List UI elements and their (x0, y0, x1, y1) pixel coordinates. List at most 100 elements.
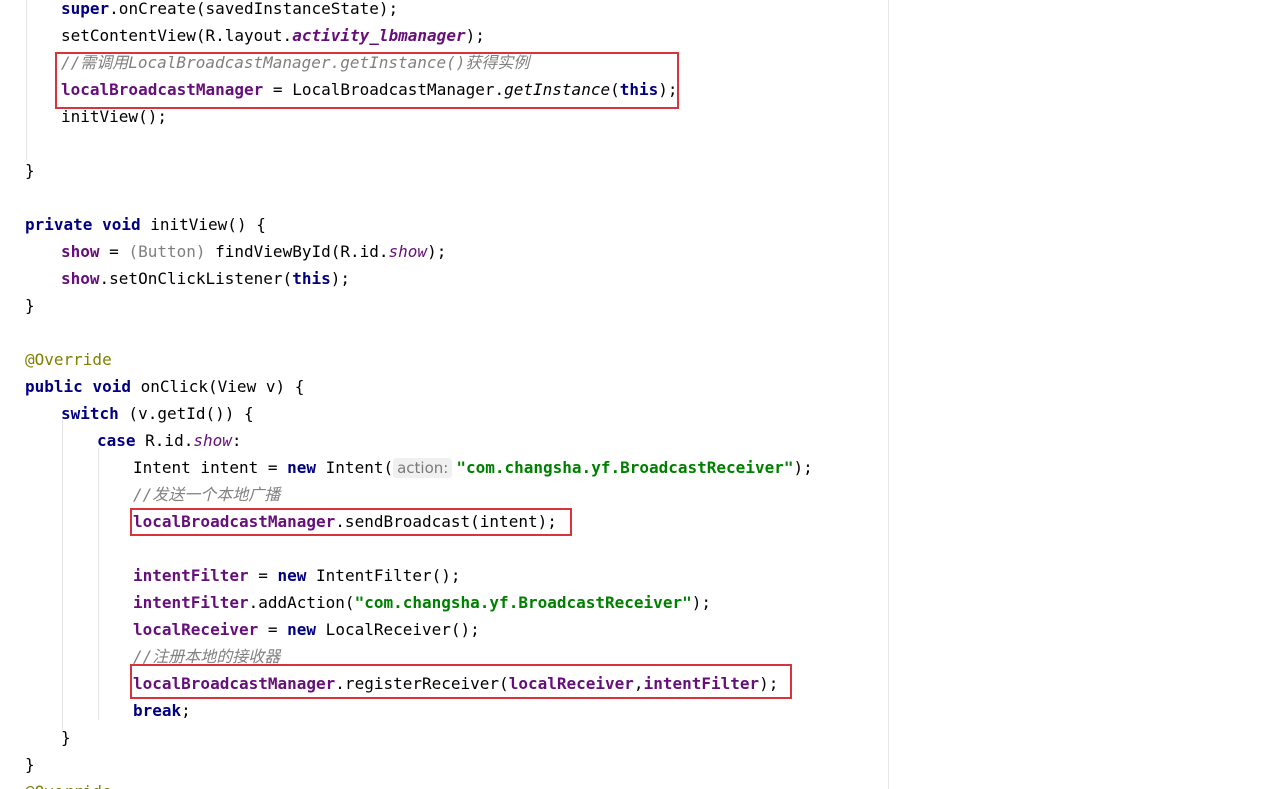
code-line[interactable]: break; (133, 697, 191, 724)
code-token: super (61, 0, 110, 18)
code-token: = (248, 566, 278, 585)
code-token: ); (427, 242, 447, 261)
code-token: .registerReceiver( (335, 674, 509, 693)
code-line[interactable]: @Override (25, 778, 112, 789)
code-line[interactable]: initView(); (61, 103, 167, 130)
code-token: new (287, 620, 317, 639)
code-token: localBroadcastManager (133, 674, 336, 693)
code-token: (Button) (128, 242, 206, 261)
code-token: localBroadcastManager (61, 80, 264, 99)
code-token: void (102, 215, 141, 234)
code-token: ; (181, 701, 191, 720)
code-line[interactable]: } (61, 724, 71, 751)
code-line[interactable]: switch (v.getId()) { (61, 400, 254, 427)
code-line[interactable]: case R.id.show: (97, 427, 242, 454)
code-token: (v.getId()) { (118, 404, 254, 423)
indent-guide (62, 420, 63, 730)
code-token: localBroadcastManager (133, 512, 336, 531)
code-token: findViewById(R.id. (205, 242, 389, 261)
code-token: getInstance (504, 80, 611, 99)
code-line[interactable]: localBroadcastManager.sendBroadcast(inte… (133, 508, 557, 535)
code-token: show (61, 242, 100, 261)
code-token: .sendBroadcast(intent); (335, 512, 557, 531)
code-token: : (231, 431, 242, 450)
code-token: switch (61, 404, 119, 423)
code-token: LocalReceiver(); (316, 620, 480, 639)
code-token: @Override (25, 782, 112, 789)
code-token: intentFilter (133, 593, 249, 612)
code-token: ); (330, 269, 350, 288)
code-line[interactable]: @Override (25, 346, 112, 373)
code-line[interactable]: private void initView() { (25, 211, 266, 238)
code-line[interactable]: } (25, 157, 35, 184)
code-token: "com.changsha.yf.BroadcastReceiver" (456, 458, 794, 477)
code-token: void (92, 377, 131, 396)
code-token: , (633, 674, 644, 693)
code-line[interactable]: super.onCreate(savedInstanceState); (61, 0, 398, 22)
code-token: new (277, 566, 307, 585)
code-token: activity_lbmanager (292, 26, 466, 45)
code-line[interactable]: } (25, 292, 35, 319)
code-line[interactable]: intentFilter = new IntentFilter(); (133, 562, 461, 589)
code-line[interactable]: intentFilter.addAction("com.changsha.yf.… (133, 589, 711, 616)
code-editor[interactable]: super.onCreate(savedInstanceState); setCo… (0, 0, 1280, 789)
indent-guide (26, 0, 27, 160)
code-token: } (61, 728, 71, 747)
code-token: = (99, 242, 129, 261)
code-line[interactable]: //注册本地的接收器 (133, 643, 280, 670)
code-token: Intent intent = (133, 458, 288, 477)
code-token: break (133, 701, 182, 720)
code-token: localReceiver (133, 620, 259, 639)
code-line[interactable]: public void onClick(View v) { (25, 373, 304, 400)
code-line[interactable]: show.setOnClickListener(this); (61, 265, 350, 292)
code-token: private (25, 215, 93, 234)
code-token: ); (759, 674, 779, 693)
code-token: intentFilter (643, 674, 760, 693)
code-line[interactable]: localBroadcastManager.registerReceiver(l… (133, 670, 778, 697)
code-token: .addAction( (248, 593, 355, 612)
code-token: ); (691, 593, 711, 612)
code-line[interactable]: show = (Button) findViewById(R.id.show); (61, 238, 446, 265)
code-token: initView(); (61, 107, 167, 126)
code-token: this (292, 269, 331, 288)
code-comment: //发送一个本地广播 (133, 485, 281, 504)
code-token: onClick(View v) { (130, 377, 305, 396)
code-token: .setOnClickListener( (99, 269, 293, 288)
code-token: this (619, 80, 659, 99)
code-token: ); (465, 26, 485, 45)
code-token: "com.changsha.yf.BroadcastReceiver" (354, 593, 692, 612)
code-token: ( (610, 80, 620, 99)
indent-guide (98, 448, 99, 720)
code-token: = LocalBroadcastManager. (263, 80, 505, 99)
code-token: @Override (25, 350, 112, 369)
code-token: } (25, 755, 35, 774)
code-token: ); (793, 458, 813, 477)
code-token: ); (658, 80, 678, 99)
code-line[interactable]: localReceiver = new LocalReceiver(); (133, 616, 480, 643)
code-line[interactable]: //发送一个本地广播 (133, 481, 280, 508)
code-token: public (25, 377, 83, 396)
code-token: = (258, 620, 288, 639)
code-token: show (193, 431, 232, 450)
code-token: show (388, 242, 428, 261)
code-line[interactable]: } (25, 751, 35, 778)
code-token: localReceiver (508, 674, 634, 693)
code-token: R.id. (135, 431, 194, 450)
code-token: intentFilter (133, 566, 249, 585)
code-line[interactable]: //需调用LocalBroadcastManager.getInstance()… (61, 49, 529, 76)
code-comment: //注册本地的接收器 (133, 647, 281, 666)
parameter-hint: action: (393, 458, 453, 478)
code-token: setContentView(R.layout. (61, 26, 293, 45)
code-token: } (25, 296, 35, 315)
code-token: new (287, 458, 317, 477)
code-token: initView() { (140, 215, 266, 234)
code-line[interactable]: setContentView(R.layout.activity_lbmanag… (61, 22, 485, 49)
code-token: Intent( (316, 458, 394, 477)
code-token: } (25, 161, 35, 180)
code-token: show (61, 269, 100, 288)
code-token: .onCreate(savedInstanceState); (109, 0, 399, 18)
code-line[interactable]: Intent intent = new Intent(action: "com.c… (133, 454, 813, 481)
code-line[interactable]: localBroadcastManager = LocalBroadcastMa… (61, 76, 678, 103)
